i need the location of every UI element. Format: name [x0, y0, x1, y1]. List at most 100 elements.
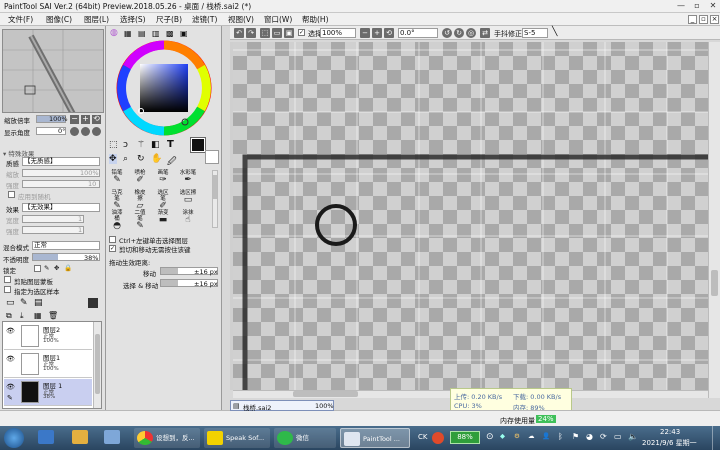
selection-source-checkbox[interactable] [4, 286, 11, 293]
eyedropper-icon[interactable]: 🖉 [167, 154, 177, 170]
menu-layer[interactable]: 图层(L) [84, 14, 109, 25]
tool-airbrush[interactable]: 喷枪 ✐ [132, 170, 148, 185]
doc-restore-button[interactable]: ▫ [699, 15, 708, 24]
sync-icon[interactable]: ⟳ [600, 432, 607, 441]
zoom-in-button[interactable]: + [81, 115, 90, 124]
tool-marker[interactable]: 马克笔 ✎ [109, 190, 125, 211]
close-button[interactable]: ✕ [708, 1, 718, 11]
crop-button[interactable]: ▭ [272, 28, 282, 38]
tray-user-icon[interactable]: 👤 [542, 432, 550, 440]
rotate-right-button[interactable] [81, 127, 90, 136]
delete-layer-icon[interactable]: 🗑 [48, 311, 58, 320]
file-tab[interactable]: ▤ 栈桥.sai2 100% [230, 400, 334, 412]
layer-row[interactable]: 👁 图层1 正常 100% [4, 351, 92, 378]
menu-filter[interactable]: 滤镜(T) [192, 14, 217, 25]
new-linework-layer-icon[interactable]: ✎ [20, 298, 28, 308]
tray-expand-icon[interactable]: ⊙ [486, 432, 494, 442]
clock-time[interactable]: 22:43 [660, 428, 680, 436]
canvas-angle-dropdown[interactable]: 0.0° [398, 28, 438, 38]
tool-binary-pen[interactable]: 二值笔 ✎ [132, 210, 148, 231]
menu-select[interactable]: 选择(S) [120, 14, 146, 25]
horizontal-scroll-thumb[interactable] [293, 391, 358, 397]
minimize-button[interactable]: — [676, 1, 686, 11]
menu-help[interactable]: 帮助(H) [302, 14, 329, 25]
tool-scroll-thumb[interactable] [213, 175, 217, 199]
layer-scroll-thumb[interactable] [95, 334, 100, 394]
rotate-tool-icon[interactable]: ↻ [137, 154, 145, 164]
layer-row-selected[interactable]: 👁 ✎ 图层 1 正常 38% [4, 379, 92, 406]
copy-layer-icon[interactable]: ⧉ [6, 311, 12, 321]
tray-settings-icon[interactable]: ⚙ [514, 432, 520, 440]
color-history-tab-icon[interactable]: ▣ [180, 29, 188, 38]
monitor-icon[interactable]: ▭ [614, 432, 622, 441]
menu-window[interactable]: 窗口(W) [264, 14, 292, 25]
tool-bucket[interactable]: 油漆桶 ◓ [109, 210, 125, 231]
no-key-checkbox[interactable]: ✓ [109, 245, 116, 252]
tool-select-eraser[interactable]: 选区擦 ▭ [178, 190, 198, 205]
tool-watercolor[interactable]: 水彩笔 ✒ [178, 170, 198, 185]
blend-mode-dropdown[interactable]: 正常 [32, 241, 100, 250]
battery-indicator[interactable]: 88% [450, 431, 480, 444]
color-wheel[interactable] [116, 40, 212, 136]
new-folder-icon[interactable]: ▤ [34, 298, 43, 308]
tool-gradient[interactable]: 渐变 ▬ [155, 210, 171, 225]
menu-image[interactable]: 图像(C) [46, 14, 72, 25]
flip-horizontal-button[interactable]: ⇄ [480, 28, 490, 38]
taskbar-computer-icon[interactable] [104, 430, 120, 444]
menu-ruler[interactable]: 尺子(B) [156, 14, 182, 25]
lock-transparency-checkbox[interactable] [34, 265, 41, 272]
invert-selection-button[interactable]: ▣ [284, 28, 294, 38]
redo-button[interactable]: ↷ [246, 28, 256, 38]
canvas-rotate-left-button[interactable]: ↺ [442, 28, 452, 38]
visibility-eye-icon[interactable]: 👁 [6, 327, 15, 335]
stabilizer-dropdown[interactable]: S-5 [522, 28, 548, 38]
effect-width-slider[interactable] [22, 215, 84, 223]
clear-layer-icon[interactable]: ▦ [34, 311, 42, 320]
navigator-preview[interactable] [2, 29, 104, 113]
tool-scrollbar[interactable] [212, 170, 218, 228]
lock-move-icon[interactable]: ✥ [54, 264, 59, 272]
straight-line-icon[interactable]: ╲ [552, 27, 557, 37]
taskbar-item-browser[interactable]: 设想到，反... [134, 428, 200, 448]
tool-eraser[interactable]: 橡皮擦 ▱ [132, 190, 148, 211]
canvas-zoom-in-button[interactable]: + [372, 28, 382, 38]
merge-down-icon[interactable]: ⤓ [20, 311, 24, 321]
drawing-canvas[interactable] [233, 42, 708, 390]
doc-close-button[interactable]: × [710, 15, 719, 24]
canvas-vertical-scrollbar[interactable] [708, 42, 720, 398]
taskbar-explorer-icon[interactable] [72, 430, 88, 444]
visibility-eye-icon[interactable]: 👁 [6, 355, 15, 363]
canvas-zoom-dropdown[interactable]: 100% [320, 28, 356, 38]
lock-all-icon[interactable]: 🔒 [64, 264, 72, 272]
layer-row[interactable]: 👁 图层2 正常 100% [4, 323, 92, 350]
maximize-button[interactable]: ▫ [692, 1, 702, 11]
rotate-left-button[interactable] [70, 127, 79, 136]
zoom-reset-button[interactable]: ⟲ [92, 115, 101, 124]
menu-view[interactable]: 视图(V) [228, 14, 254, 25]
magic-wand-icon[interactable]: ⚚ [137, 140, 145, 150]
canvas-zoom-out-button[interactable]: − [360, 28, 370, 38]
tray-cloud-icon[interactable]: ☁ [528, 432, 535, 440]
visibility-eye-icon[interactable]: 👁 [6, 383, 15, 391]
menu-file[interactable]: 文件(F) [8, 14, 33, 25]
foreground-color-swatch[interactable] [190, 137, 206, 153]
lasso-icon[interactable]: ↄ [123, 140, 128, 150]
zoom-out-button[interactable]: − [70, 115, 79, 124]
canvas-zoom-reset-button[interactable]: ⟲ [384, 28, 394, 38]
zoom-tool-icon[interactable]: ⌕ [123, 154, 128, 164]
rotate-reset-button[interactable] [92, 127, 101, 136]
emboss-checkbox[interactable] [8, 191, 15, 198]
show-desktop-button[interactable] [712, 426, 720, 450]
color-hsv-tab-icon[interactable]: ▤ [138, 29, 146, 38]
color-sliders-tab-icon[interactable]: ▦ [124, 29, 132, 38]
taskbar-item-wechat[interactable]: 微信 [274, 428, 336, 448]
show-selection-checkbox[interactable]: ✓ [298, 29, 305, 36]
new-layer-icon[interactable]: ▭ [6, 298, 15, 308]
texture-dropdown[interactable]: 【无质感】 [22, 157, 100, 166]
volume-icon[interactable]: 🔈 [628, 432, 638, 441]
move-tool-icon[interactable]: ✥ [109, 154, 117, 164]
text-tool-icon[interactable]: T [167, 139, 174, 150]
color-wheel-tab-icon[interactable]: ◍ [110, 28, 118, 38]
layer-color-swatch[interactable] [88, 298, 98, 308]
start-button[interactable] [4, 428, 24, 448]
